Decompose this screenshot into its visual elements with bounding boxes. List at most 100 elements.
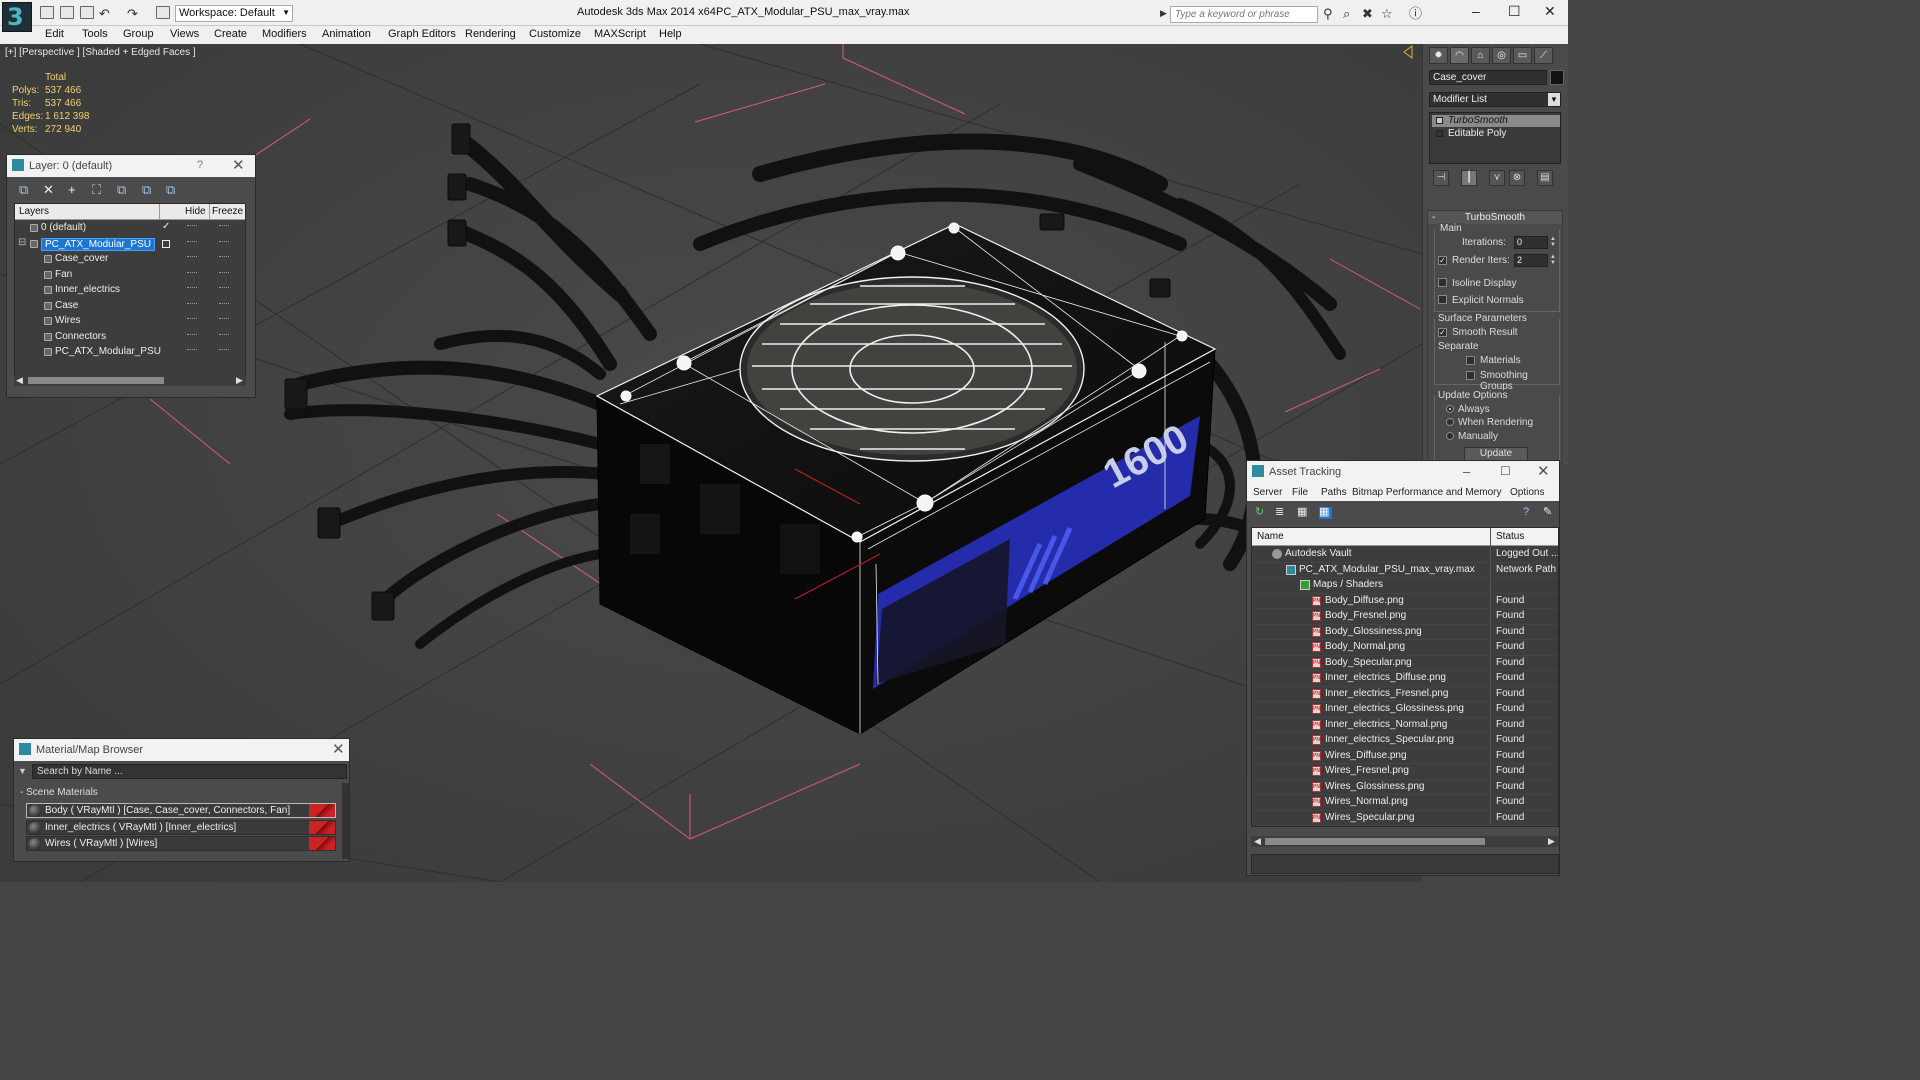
update-button[interactable]: Update <box>1464 447 1528 461</box>
separate-smoothing-groups-checkbox[interactable] <box>1466 371 1475 380</box>
minimize-icon[interactable]: – <box>1463 464 1470 479</box>
hide-toggle[interactable] <box>187 271 197 275</box>
layer-dialog-titlebar[interactable]: Layer: 0 (default) ? ✕ <box>7 155 255 177</box>
layer-row[interactable]: Connectors <box>15 330 245 345</box>
create-tab-icon[interactable]: ✹ <box>1429 47 1448 64</box>
freeze-toggle[interactable] <box>219 225 229 228</box>
hide-toggle[interactable] <box>187 287 197 290</box>
motion-tab-icon[interactable]: ◎ <box>1492 47 1511 64</box>
expand-plus-icon[interactable] <box>1436 130 1443 137</box>
workspace-dropdown[interactable]: Workspace: Default ▼ <box>175 5 293 22</box>
asset-path-status-field[interactable] <box>1251 854 1559 874</box>
spinner-arrows-icon[interactable]: ▲ ▼ <box>1550 254 1557 267</box>
asset-row[interactable]: PNG Wires_Glossiness.png Found <box>1252 780 1558 795</box>
menu-create[interactable]: Create <box>214 28 247 40</box>
menu-paths[interactable]: Paths <box>1321 487 1347 498</box>
modify-tab-icon[interactable]: ◠ <box>1450 47 1469 64</box>
scene-materials-group-header[interactable]: - Scene Materials <box>20 787 340 800</box>
close-icon[interactable]: ✕ <box>1544 3 1556 20</box>
browser-options-icon[interactable]: ▼ <box>18 766 27 776</box>
scroll-right-icon[interactable]: ▶ <box>236 375 243 386</box>
menu-customize[interactable]: Customize <box>529 28 581 40</box>
scroll-thumb[interactable] <box>28 377 164 384</box>
spinner-arrows-icon[interactable]: ▲ ▼ <box>1550 236 1557 249</box>
material-item[interactable]: Inner_electrics ( VRayMtl ) [Inner_elect… <box>26 819 336 835</box>
make-current-icon[interactable] <box>162 239 170 248</box>
help-icon[interactable]: ⓘ <box>1409 7 1422 20</box>
layer-row[interactable]: Inner_electrics <box>15 283 245 298</box>
stack-item-turbosmooth[interactable]: TurboSmooth <box>1432 115 1560 127</box>
column-status[interactable]: Status <box>1496 531 1524 542</box>
menu-options[interactable]: Options <box>1510 487 1544 498</box>
asset-row[interactable]: PNG Wires_Normal.png Found <box>1252 795 1558 811</box>
freeze-toggle[interactable] <box>219 302 229 306</box>
hide-toggle[interactable] <box>187 302 197 306</box>
asset-row[interactable]: PNG Body_Diffuse.png Found <box>1252 594 1558 609</box>
layer-row[interactable]: Case_cover <box>15 252 245 267</box>
menu-server[interactable]: Server <box>1253 487 1282 498</box>
binoculars-icon[interactable]: ⚲ <box>1323 7 1333 20</box>
hide-toggle[interactable] <box>187 225 197 228</box>
smooth-result-checkbox[interactable]: ✓ <box>1438 328 1447 337</box>
asset-row[interactable]: PNG Inner_electrics_Specular.png Found <box>1252 733 1558 749</box>
scroll-left-icon[interactable]: ◀ <box>1254 836 1261 847</box>
freeze-toggle[interactable] <box>219 271 229 275</box>
asset-row[interactable]: Autodesk Vault Logged Out ... <box>1252 547 1558 563</box>
open-file-icon[interactable] <box>60 6 74 19</box>
column-name[interactable]: Name <box>1257 531 1284 542</box>
viewport-label[interactable]: [+] [Perspective ] [Shaded + Edged Faces… <box>5 47 196 58</box>
isoline-display-checkbox[interactable] <box>1438 278 1447 287</box>
asset-row[interactable]: PNG Body_Normal.png Found <box>1252 640 1558 656</box>
close-icon[interactable]: ✕ <box>1537 462 1550 480</box>
scroll-left-icon[interactable]: ◀ <box>16 375 23 386</box>
update-manually-radio[interactable] <box>1446 432 1454 440</box>
table-view-icon[interactable]: ▦ <box>1319 507 1332 519</box>
scroll-right-icon[interactable]: ▶ <box>1548 836 1555 847</box>
layer-row[interactable]: Case <box>15 299 245 314</box>
keyword-search-input[interactable]: Type a keyword or phrase <box>1170 6 1318 23</box>
asset-row[interactable]: Maps / Shaders <box>1252 578 1558 594</box>
render-iters-checkbox[interactable]: ✓ <box>1438 256 1447 265</box>
display-tab-icon[interactable]: ▭ <box>1513 47 1532 64</box>
hide-toggle[interactable] <box>187 333 197 337</box>
freeze-all-layers-icon[interactable]: ⧉ <box>166 182 175 198</box>
freeze-toggle[interactable] <box>219 318 229 321</box>
minimize-icon[interactable]: – <box>1472 3 1480 19</box>
utilities-tab-icon[interactable]: ⟋ <box>1534 47 1553 64</box>
current-layer-check-icon[interactable]: ✓ <box>162 221 170 232</box>
help-icon[interactable]: ? <box>1523 507 1536 519</box>
close-icon[interactable]: ✕ <box>332 740 345 758</box>
communication-center-icon[interactable]: ✖ <box>1362 7 1373 20</box>
pin-stack-icon[interactable]: ⊣ <box>1433 170 1449 186</box>
save-file-icon[interactable] <box>80 6 94 19</box>
material-item[interactable]: Wires ( VRayMtl ) [Wires] <box>26 836 336 851</box>
menu-bitmap-performance[interactable]: Bitmap Performance and Memory <box>1352 487 1502 498</box>
material-search-input[interactable]: Search by Name ... <box>32 764 347 779</box>
asset-row[interactable]: PNG Inner_electrics_Normal.png Found <box>1252 718 1558 733</box>
material-browser-titlebar[interactable]: Material/Map Browser ✕ <box>14 739 349 761</box>
asset-horizontal-scrollbar[interactable]: ◀ ▶ <box>1251 836 1559 847</box>
separate-materials-checkbox[interactable] <box>1466 356 1475 365</box>
hide-all-layers-icon[interactable]: ⧉ <box>142 182 151 198</box>
remove-modifier-icon[interactable]: ⊗ <box>1509 170 1525 186</box>
hierarchy-tab-icon[interactable]: ⌂ <box>1471 47 1490 64</box>
asset-row[interactable]: PNG Body_Fresnel.png Found <box>1252 609 1558 625</box>
menu-help[interactable]: Help <box>659 28 682 40</box>
hide-toggle[interactable] <box>187 240 197 244</box>
layer-row[interactable]: 0 (default) ✓ <box>15 221 245 236</box>
modifier-list-dropdown[interactable]: Modifier List ▼ <box>1429 92 1561 107</box>
create-layer-icon[interactable]: ⧉ <box>19 182 28 198</box>
freeze-toggle[interactable] <box>219 333 229 337</box>
make-unique-icon[interactable]: ⋎ <box>1489 170 1505 186</box>
column-layers[interactable]: Layers <box>19 206 49 217</box>
thumbnail-view-icon[interactable]: ▦ <box>1297 507 1310 519</box>
asset-row[interactable]: PNG Wires_Fresnel.png Found <box>1252 764 1558 780</box>
favorites-star-icon[interactable]: ☆ <box>1381 7 1393 20</box>
stack-item-editable-poly[interactable]: Editable Poly <box>1432 128 1560 140</box>
layer-horizontal-scrollbar[interactable]: ◀ ▶ <box>14 375 246 386</box>
freeze-toggle[interactable] <box>219 256 229 259</box>
object-name-field[interactable]: Case_cover <box>1429 70 1547 85</box>
column-hide[interactable]: Hide <box>185 206 206 217</box>
freeze-toggle[interactable] <box>219 287 229 290</box>
menu-modifiers[interactable]: Modifiers <box>262 28 307 40</box>
